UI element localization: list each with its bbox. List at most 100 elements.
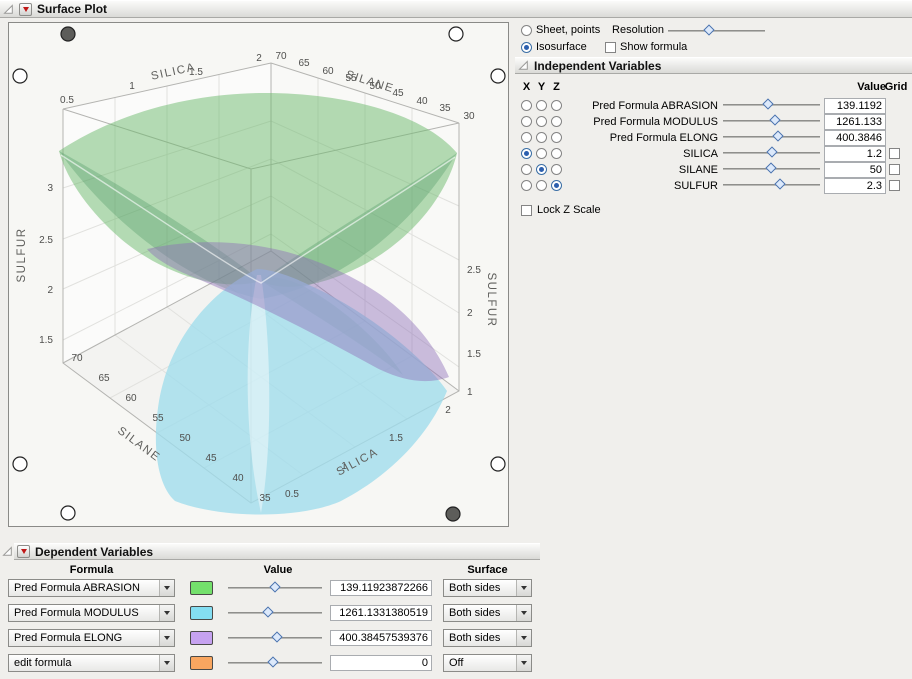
modulus-dep-value-field[interactable]: 1261.1331380519	[330, 605, 432, 621]
slider-thumb[interactable]	[267, 656, 279, 668]
handle-left-lower[interactable]	[12, 456, 28, 472]
elong-dep-slider[interactable]	[228, 631, 322, 643]
surface-plot-scene[interactable]: 0.5 1 1.5 2 70 65 60 55 50 45 40 35 30 3…	[9, 23, 508, 526]
sheet-points-radio[interactable]	[521, 25, 532, 36]
modulus-color-swatch[interactable]	[190, 606, 213, 620]
chevron-down-icon[interactable]	[159, 580, 174, 596]
chevron-down-icon[interactable]	[159, 630, 174, 646]
sulfur-x-radio[interactable]	[521, 180, 532, 191]
elong-x-radio[interactable]	[521, 132, 532, 143]
silane-grid-checkbox[interactable]	[889, 164, 900, 175]
abrasion-dep-slider[interactable]	[228, 581, 322, 593]
surface-plot-panel[interactable]: 0.5 1 1.5 2 70 65 60 55 50 45 40 35 30 3…	[8, 22, 509, 527]
show-formula-checkbox[interactable]	[605, 42, 616, 53]
silane-value-field[interactable]: 50	[824, 162, 886, 178]
slider-thumb[interactable]	[271, 631, 283, 643]
abrasion-y-radio[interactable]	[536, 100, 547, 111]
abrasion-x-radio[interactable]	[521, 100, 532, 111]
dropdown-value: Pred Formula MODULUS	[14, 607, 139, 619]
handle-left-upper[interactable]	[12, 68, 28, 84]
handle-bottom-right[interactable]	[445, 506, 461, 522]
handle-right-lower[interactable]	[490, 456, 506, 472]
modulus-y-radio[interactable]	[536, 116, 547, 127]
resolution-slider[interactable]	[668, 24, 765, 36]
svg-text:40: 40	[232, 473, 244, 484]
silica-y-radio[interactable]	[536, 148, 547, 159]
chevron-down-icon[interactable]	[159, 655, 174, 671]
abrasion-color-swatch[interactable]	[190, 581, 213, 595]
chevron-down-icon[interactable]	[516, 655, 531, 671]
silane-x-radio[interactable]	[521, 164, 532, 175]
isosurface-radio[interactable]	[521, 42, 532, 53]
surface-plot-window: Surface Plot 0.5 1 1.5 2 70 65 60 55 50 …	[0, 0, 912, 679]
chevron-down-icon[interactable]	[516, 605, 531, 621]
svg-text:35: 35	[259, 493, 271, 504]
edit-color-swatch[interactable]	[190, 656, 213, 670]
chevron-down-icon[interactable]	[159, 605, 174, 621]
elong-dep-value-field[interactable]: 400.38457539376	[330, 630, 432, 646]
slider-groove	[228, 612, 322, 614]
slider-thumb[interactable]	[703, 24, 715, 36]
sulfur-value-field[interactable]: 2.3	[824, 178, 886, 194]
red-triangle-menu-button[interactable]	[19, 2, 32, 16]
disclosure-triangle-icon[interactable]	[518, 60, 529, 71]
edit-dep-slider[interactable]	[228, 656, 322, 668]
elong-color-swatch[interactable]	[190, 631, 213, 645]
abrasion-dep-value-field[interactable]: 139.11923872266	[330, 580, 432, 596]
silica-slider[interactable]	[723, 146, 820, 158]
surface-dropdown-elong[interactable]: Both sides	[443, 629, 532, 647]
formula-dropdown-modulus[interactable]: Pred Formula MODULUS	[8, 604, 175, 622]
svg-text:50: 50	[179, 433, 191, 444]
sulfur-y-radio[interactable]	[536, 180, 547, 191]
silica-value-field[interactable]: 1.2	[824, 146, 886, 162]
slider-thumb[interactable]	[769, 114, 782, 126]
disclosure-triangle-icon[interactable]	[3, 3, 14, 15]
edit-dep-value-field[interactable]: 0	[330, 655, 432, 671]
sulfur-slider[interactable]	[723, 178, 820, 190]
surface-dropdown-modulus[interactable]: Both sides	[443, 604, 532, 622]
modulus-x-radio[interactable]	[521, 116, 532, 127]
sulfur-grid-checkbox[interactable]	[889, 180, 900, 191]
slider-thumb[interactable]	[269, 581, 281, 593]
silica-grid-checkbox[interactable]	[889, 148, 900, 159]
slider-thumb[interactable]	[766, 146, 779, 158]
elong-y-radio[interactable]	[536, 132, 547, 143]
handle-right-upper[interactable]	[490, 68, 506, 84]
modulus-slider[interactable]	[723, 114, 820, 126]
silane-slider[interactable]	[723, 162, 820, 174]
svg-text:2: 2	[256, 53, 262, 64]
silica-x-radio[interactable]	[521, 148, 532, 159]
svg-text:65: 65	[98, 373, 110, 384]
slider-thumb[interactable]	[764, 162, 777, 174]
chevron-down-icon[interactable]	[516, 630, 531, 646]
svg-text:1.5: 1.5	[39, 335, 53, 346]
elong-slider[interactable]	[723, 130, 820, 142]
window-title-bar: Surface Plot	[0, 0, 912, 18]
svg-text:2: 2	[467, 308, 473, 319]
abrasion-slider[interactable]	[723, 98, 820, 110]
slider-thumb[interactable]	[761, 98, 774, 110]
formula-dropdown-edit[interactable]: edit formula	[8, 654, 175, 672]
modulus-value-field[interactable]: 1261.133	[824, 114, 886, 130]
handle-top-left[interactable]	[60, 26, 76, 42]
elong-value-field[interactable]: 400.3846	[824, 130, 886, 146]
svg-text:70: 70	[275, 51, 287, 62]
formula-dropdown-elong[interactable]: Pred Formula ELONG	[8, 629, 175, 647]
abrasion-value-field[interactable]: 139.1192	[824, 98, 886, 114]
handle-top-right[interactable]	[448, 26, 464, 42]
disclosure-triangle-icon[interactable]	[2, 546, 13, 557]
slider-thumb[interactable]	[774, 178, 786, 190]
svg-text:3: 3	[47, 183, 53, 194]
red-triangle-menu-button[interactable]	[17, 545, 30, 558]
modulus-dep-slider[interactable]	[228, 606, 322, 618]
svg-text:SULFUR: SULFUR	[485, 272, 497, 327]
silane-y-radio[interactable]	[536, 164, 547, 175]
slider-thumb[interactable]	[262, 606, 275, 618]
chevron-down-icon[interactable]	[516, 580, 531, 596]
lock-z-scale-checkbox[interactable]	[521, 205, 532, 216]
surface-dropdown-abrasion[interactable]: Both sides	[443, 579, 532, 597]
handle-bottom-left[interactable]	[60, 505, 76, 521]
slider-thumb[interactable]	[772, 130, 784, 142]
formula-dropdown-abrasion[interactable]: Pred Formula ABRASION	[8, 579, 175, 597]
surface-dropdown-edit[interactable]: Off	[443, 654, 532, 672]
